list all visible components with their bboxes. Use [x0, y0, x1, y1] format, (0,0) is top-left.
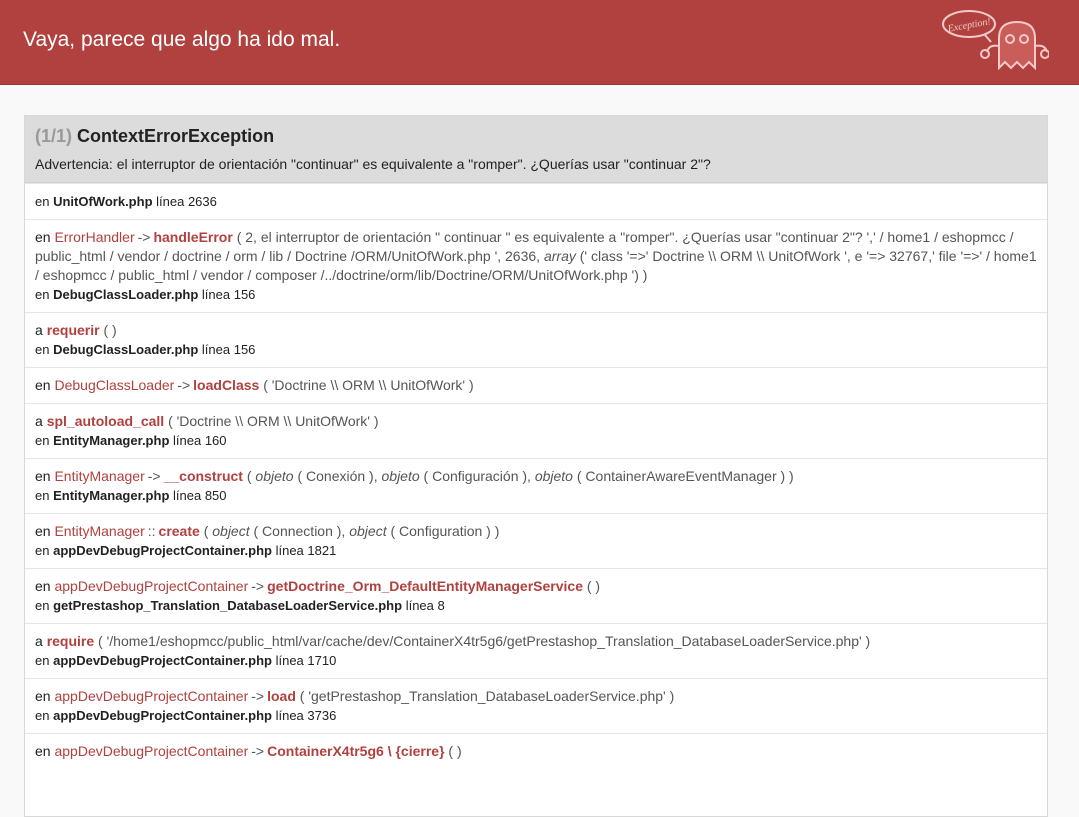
trace-line: línea 8: [405, 598, 445, 613]
trace-file: UnitOfWork.php: [53, 194, 153, 209]
trace-file: EntityManager.php: [53, 488, 170, 503]
trace-item: en DebugClassLoader -> loadClass ( 'Doctri…: [25, 367, 1047, 403]
trace-class: appDevDebugProjectContainer: [54, 578, 249, 594]
exception-title: (1/1) ContextErrorException: [35, 126, 1037, 147]
trace-function: handleError: [153, 229, 233, 245]
trace-args: ( 'Doctrine \\ ORM \\ UnitOfWork' ): [168, 413, 379, 429]
trace-file: appDevDebugProjectContainer.php: [53, 543, 272, 558]
trace-args: ( ): [103, 322, 117, 338]
trace-item: a requerir ( ) en DebugClassLoader.php l…: [25, 312, 1047, 367]
trace-item: a spl_autoload_call ( 'Doctrine \\ ORM \…: [25, 403, 1047, 458]
trace-item: en appDevDebugProjectContainer -> Containe…: [25, 733, 1047, 769]
trace-args: ( 'Doctrine \\ ORM \\ UnitOfWork' ): [263, 377, 474, 393]
trace-line: línea 1710: [275, 653, 337, 668]
trace-args: ( ): [448, 743, 462, 759]
trace-line: línea 1821: [275, 543, 337, 558]
trace-function: getDoctrine_Orm_DefaultEntityManagerServ…: [267, 578, 583, 594]
trace-item: en EntityManager:: create ( object ( Conn…: [25, 513, 1047, 568]
exception-panel: (1/1) ContextErrorException Advertencia:…: [24, 115, 1048, 817]
trace-item: en appDevDebugProjectContainer -> getDoctr…: [25, 568, 1047, 623]
trace-line: línea 2636: [156, 194, 217, 209]
trace-function: __construct: [163, 468, 243, 484]
trace-class: appDevDebugProjectContainer: [54, 688, 249, 704]
trace-item: a require ( '/home1/eshopmcc/public_html…: [25, 623, 1047, 678]
trace-class: EntityManager: [54, 468, 145, 484]
trace-file: appDevDebugProjectContainer.php: [53, 708, 272, 723]
trace-file: DebugClassLoader.php: [53, 342, 199, 357]
trace-item: en appDevDebugProjectContainer -> load ( '…: [25, 678, 1047, 733]
trace-function: create: [158, 523, 200, 539]
trace-args: ( '/home1/eshopmcc/public_html/var/cache…: [98, 633, 871, 649]
svg-text:Exception!: Exception!: [946, 16, 992, 35]
exception-header: (1/1) ContextErrorException Advertencia:…: [25, 116, 1047, 183]
trace-file: appDevDebugProjectContainer.php: [53, 653, 272, 668]
trace-item: en UnitOfWork.php línea 2636: [25, 183, 1047, 219]
trace-class: EntityManager: [54, 523, 145, 539]
trace-class: ErrorHandler: [54, 229, 135, 245]
exception-counter: (1/1): [35, 126, 73, 146]
trace-file: EntityManager.php: [53, 433, 170, 448]
trace-class: appDevDebugProjectContainer: [54, 743, 249, 759]
trace-function: spl_autoload_call: [46, 413, 165, 429]
trace-file: DebugClassLoader.php: [53, 287, 199, 302]
trace-args: ( 'getPrestashop_Translation_DatabaseLoa…: [299, 688, 675, 704]
trace-args: ( ): [586, 578, 601, 594]
trace-item: en EntityManager -> __construct ( objeto (…: [25, 458, 1047, 513]
trace-item: en ErrorHandler -> handleError ( 2, el int…: [25, 219, 1047, 312]
trace-line: línea 156: [201, 342, 256, 357]
exception-name: ContextErrorException: [77, 126, 275, 146]
trace-line: línea 156: [201, 287, 256, 302]
trace-file: getPrestashop_Translation_DatabaseLoader…: [53, 598, 403, 613]
trace-function: requerir: [46, 322, 100, 338]
trace-line: línea 850: [173, 488, 227, 503]
trace-function: loadClass: [193, 377, 260, 393]
trace-function: require: [46, 633, 95, 649]
trace-line: línea 160: [173, 433, 227, 448]
page-title: Vaya, parece que algo ha ido mal.: [23, 28, 341, 51]
trace-function: load: [267, 688, 296, 704]
error-header: Vaya, parece que algo ha ido mal. Except…: [0, 0, 1079, 85]
exception-message: Advertencia: el interruptor de orientaci…: [35, 156, 711, 172]
trace-function: ContainerX4tr5g6 \ {cierre}: [267, 743, 445, 759]
trace-line: línea 3736: [275, 708, 337, 723]
trace-class: DebugClassLoader: [54, 377, 175, 393]
exception-ghost-logo: Exception!: [942, 10, 1049, 71]
